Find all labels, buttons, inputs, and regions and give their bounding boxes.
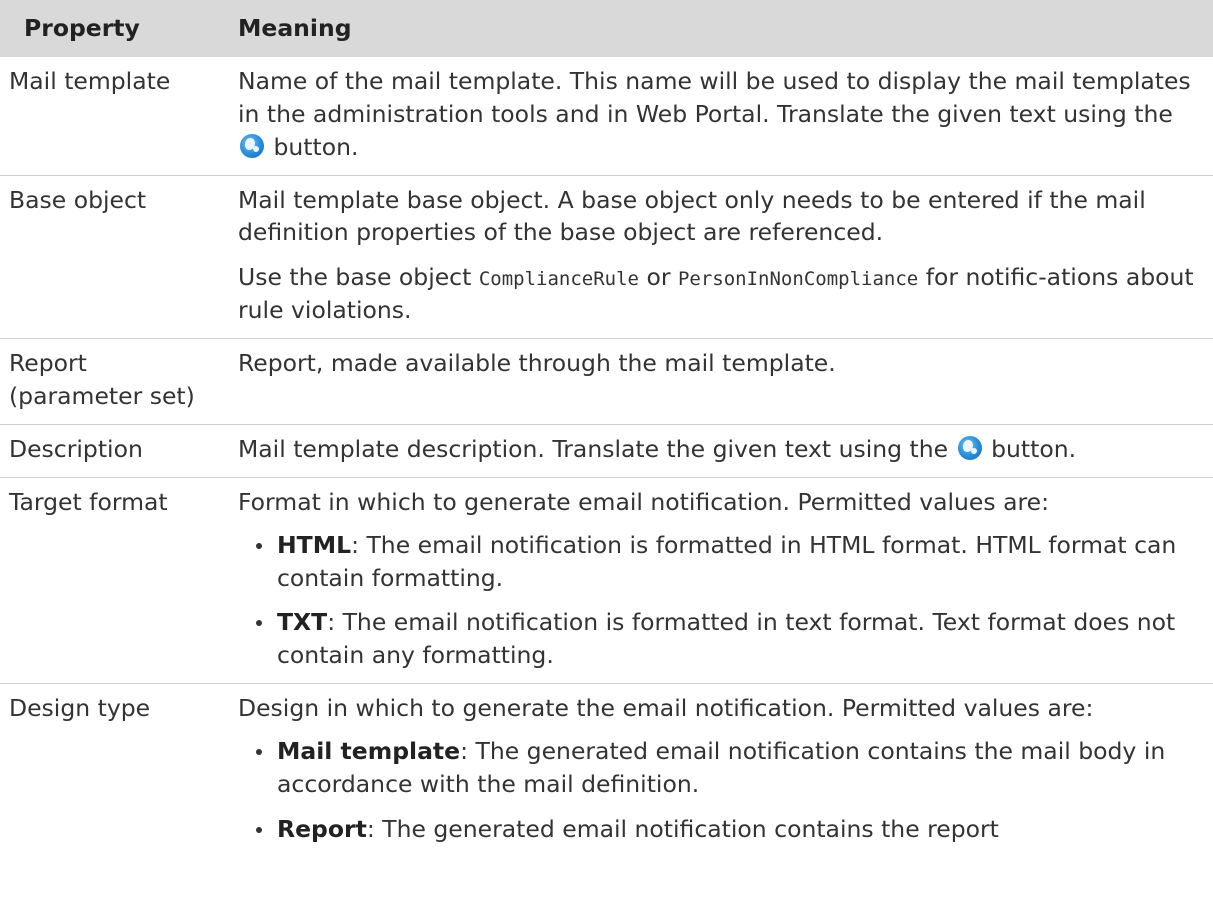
column-header-property: Property	[0, 0, 230, 57]
value-term: Mail template	[277, 737, 461, 766]
meaning-cell: Report, made available through the mail …	[230, 338, 1213, 425]
table-row: Report (parameter set) Report, made avai…	[0, 338, 1213, 425]
list-item: Report: The generated email notification…	[256, 813, 1205, 846]
property-cell: Report (parameter set)	[0, 338, 230, 425]
column-header-meaning: Meaning	[230, 0, 1213, 57]
meaning-cell: Design in which to generate the email no…	[230, 684, 1213, 857]
bullet-icon	[256, 826, 262, 833]
property-cell: Target format	[0, 477, 230, 685]
value-description: : The email notification is formatted in…	[277, 608, 1176, 670]
globe-icon	[957, 435, 982, 460]
code-person-in-non-compliance: PersonInNonCompliance	[677, 268, 919, 291]
meaning-cell: Name of the mail template. This name wil…	[230, 56, 1213, 176]
value-list: HTML: The email notification is formatte…	[238, 529, 1205, 673]
meaning-paragraph: Design in which to generate the email no…	[238, 694, 1094, 723]
table-header: Property Meaning	[0, 0, 1213, 57]
globe-icon	[240, 133, 264, 158]
meaning-text: Name of the mail template. This name wil…	[238, 66, 1191, 128]
value-term: Report	[277, 814, 367, 843]
code-compliance-rule: ComplianceRule	[478, 268, 639, 291]
property-cell: Design type	[9, 694, 151, 723]
property-cell: Base object	[0, 175, 230, 340]
table-row: Design type Design in which to generate …	[0, 684, 1213, 857]
property-cell: Mail template	[0, 56, 230, 176]
property-cell: Description	[0, 424, 230, 478]
list-item: TXT: The email notification is formatted…	[256, 606, 1205, 672]
bullet-icon	[256, 620, 262, 627]
value-term: HTML	[277, 530, 352, 559]
meaning-cell: Mail template base object. A base object…	[230, 175, 1213, 340]
value-description: : The email notification is formatted in…	[277, 530, 1177, 592]
bullet-icon	[256, 749, 262, 756]
meaning-paragraph: Report, made available through the mail …	[238, 349, 836, 378]
meaning-paragraph: Name of the mail template. This name wil…	[238, 65, 1205, 164]
meaning-paragraph: Use the base object ComplianceRule or Pe…	[238, 261, 1205, 327]
meaning-text: button.	[991, 434, 1077, 463]
meaning-cell: Format in which to generate email notifi…	[230, 477, 1213, 685]
meaning-text: button.	[273, 132, 359, 161]
table-row: Description Mail template description. T…	[0, 424, 1213, 478]
header-row: Property Meaning	[0, 0, 1213, 57]
meaning-text: Use the base object	[238, 263, 472, 292]
properties-table: Property Meaning Mail template Name of t…	[0, 0, 1213, 857]
bullet-icon	[256, 542, 262, 549]
meaning-paragraph: Format in which to generate email notifi…	[238, 487, 1050, 516]
meaning-paragraph: Mail template description. Translate the…	[238, 433, 1205, 466]
table-row: Target format Format in which to generat…	[0, 477, 1213, 685]
list-item: HTML: The email notification is formatte…	[256, 529, 1205, 595]
value-description: : The generated email notification conta…	[366, 814, 999, 843]
table-row: Base object Mail template base object. A…	[0, 175, 1213, 340]
list-item: Mail template: The generated email notif…	[256, 735, 1205, 801]
table-row: Mail template Name of the mail template.…	[0, 56, 1213, 176]
meaning-text: Mail template description. Translate the…	[238, 434, 949, 463]
meaning-paragraph: Mail template base object. A base object…	[238, 185, 1146, 247]
meaning-cell: Mail template description. Translate the…	[230, 424, 1213, 478]
value-list: Mail template : The generated email notif…	[238, 735, 1205, 846]
value-term: TXT	[277, 608, 328, 637]
meaning-text: or	[646, 263, 671, 292]
